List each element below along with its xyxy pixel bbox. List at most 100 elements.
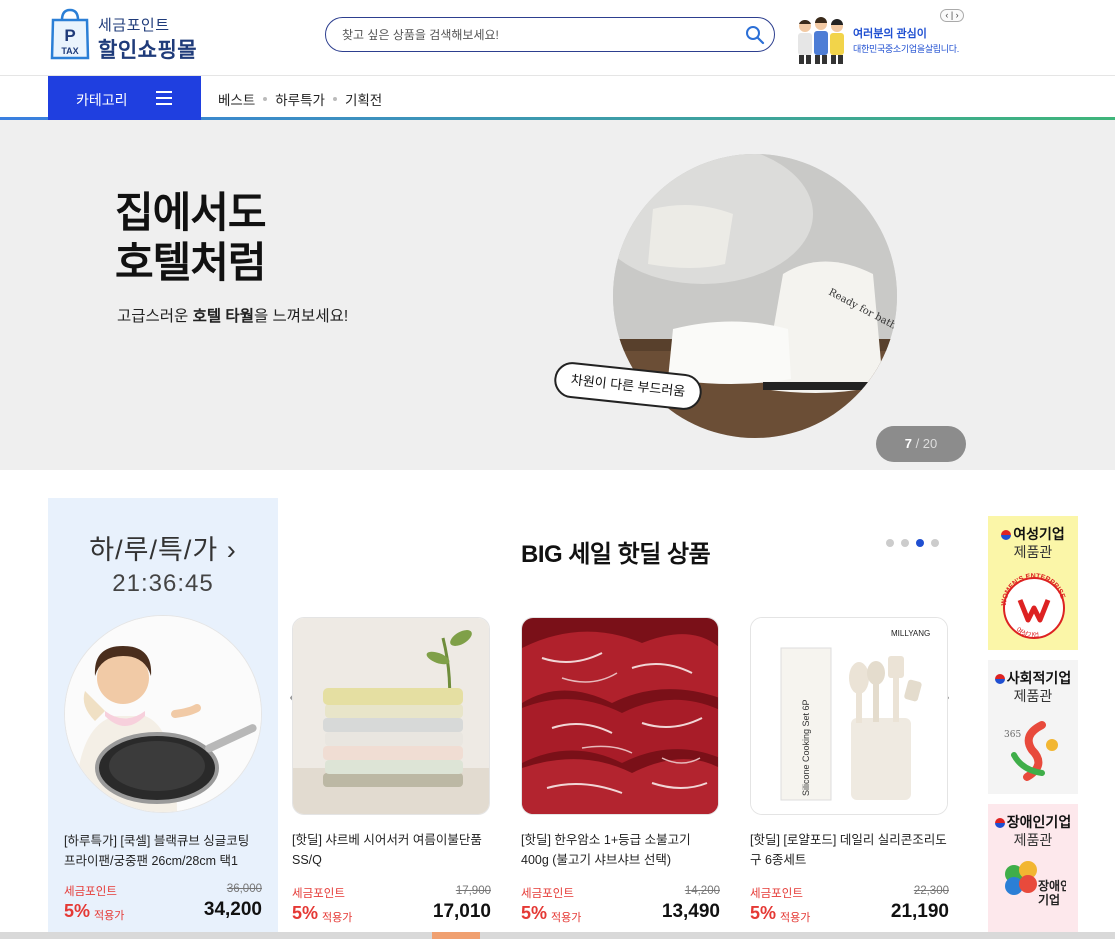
badge-title-text: 여성기업 [1013, 526, 1065, 542]
badge-subtitle: 제품관 [1013, 832, 1053, 848]
promo-nav-arrows[interactable]: ‹ | › [940, 9, 964, 22]
badge-title: 사회적기업 [988, 668, 1078, 688]
disability-logo-text1: 장애인 [1038, 878, 1066, 893]
search-box [325, 17, 775, 52]
people-illustration-icon [798, 17, 844, 64]
banner-title-line2: 호텔처럼 [115, 239, 267, 286]
nav-link-best[interactable]: 베스트 [218, 89, 255, 109]
banner-pager[interactable]: 7 / 20 [876, 426, 966, 462]
sale-price: 21,190 [890, 901, 949, 922]
product-image[interactable] [521, 617, 719, 815]
original-price: 17,900 [455, 885, 491, 897]
banner-subtitle: 고급스러운 호텔 타월을 느껴보세요! [117, 304, 348, 326]
product-name[interactable]: [핫딜] 샤르베 시어서커 여름이불단품 SS/Q [292, 830, 490, 870]
applied-price-label: 적용가 [551, 912, 582, 924]
tax-point-label: 세금포인트 [750, 888, 803, 900]
badge-title: 장애인기업 [988, 812, 1078, 832]
product-name[interactable]: [핫딜] 한우암소 1+등급 소불고기 400g (불고기 샤브샤브 선택) [521, 830, 719, 870]
daily-deal-price-box: 세금포인트 36,000 5% 적용가 34,200 [64, 871, 262, 931]
shopping-bag-icon: P TAX [50, 8, 90, 60]
daily-deal-image[interactable] [64, 615, 262, 813]
promo-subline: 대한민국중소기업을살립니다. [853, 44, 959, 54]
sale-price: 34,200 [203, 899, 262, 920]
badge-subtitle: 제품관 [1013, 544, 1053, 560]
promo-headline: 여러분의 관심이 [853, 28, 927, 40]
badge-title-text: 장애인기업 [1006, 814, 1072, 830]
carousel-dots [886, 539, 946, 547]
social-enterprise-logo-icon: 365 [1004, 721, 1058, 781]
category-button[interactable]: 카테고리 [48, 76, 201, 120]
search-icon[interactable] [744, 24, 766, 46]
daily-deal-panel: 하/루/특/가 › 21:36:45 [하루특가] [쿡셀] 블랙큐브 싱글코팅… [48, 498, 278, 939]
nav-link-exhibition[interactable]: 기획전 [345, 89, 382, 109]
original-price: 22,300 [913, 885, 949, 897]
daily-deal-name[interactable]: [하루특가] [쿡셀] 블랙큐브 싱글코팅 프라이팬/궁중팬 26cm/28cm… [64, 831, 264, 871]
discount-percent: 5% [521, 903, 548, 923]
badge-title-text: 사회적기업 [1006, 670, 1072, 686]
applied-price-label: 적용가 [322, 912, 353, 924]
beef-photo [522, 618, 718, 814]
womens-enterprise-badge[interactable]: 여성기업 제품관 WOMEN'S ENTERPRISE 여성기업 [988, 516, 1078, 650]
banner-page-total: 20 [922, 436, 938, 451]
discount-percent: 5% [750, 903, 777, 923]
original-price: 14,200 [684, 885, 720, 897]
site-header: P TAX 세금포인트 할인쇼핑몰 여러분의 관심이 대한민국중소기업을살립니다… [0, 0, 1115, 76]
search-input[interactable] [342, 25, 732, 45]
carousel-dot-3[interactable] [916, 539, 924, 547]
applied-price-label: 적용가 [94, 910, 125, 922]
banner-sub-pre: 고급스러운 [117, 308, 193, 325]
disability-logo-text2: 기업 [1038, 892, 1060, 907]
logo-tax-label: TAX [61, 46, 78, 56]
carousel-dot-2[interactable] [901, 539, 909, 547]
scrollbar-thumb[interactable] [432, 932, 480, 939]
nav-separator [263, 97, 268, 101]
blanket-photo [293, 618, 489, 814]
carousel-dot-4[interactable] [931, 539, 939, 547]
chevron-right-icon: › [226, 535, 237, 565]
badge-title: 여성기업 [988, 524, 1078, 544]
product-card[interactable]: MILLYANG Silicone Cooking Set 6P [핫딜] [로… [750, 617, 949, 939]
logo-subtitle: 세금포인트 [98, 17, 170, 34]
discount-percent: 5% [292, 903, 319, 923]
sale-price: 17,010 [432, 901, 491, 922]
disability-enterprise-badge[interactable]: 장애인기업 제품관 장애인 기업 [988, 804, 1078, 932]
badge-subtitle: 제품관 [1013, 688, 1053, 704]
banner-sub-post: 을 느껴보세요! [253, 308, 349, 325]
nav-separator [332, 97, 337, 101]
social-enterprise-badge[interactable]: 사회적기업 제품관 365 [988, 660, 1078, 794]
site-logo[interactable]: P TAX 세금포인트 할인쇼핑몰 [48, 4, 208, 62]
daily-deal-title[interactable]: 하/루/특/가 › [48, 528, 278, 567]
tax-point-label: 세금포인트 [292, 888, 345, 900]
section-title: BIG 세일 핫딜 상품 [521, 541, 711, 568]
product-image[interactable]: MILLYANG Silicone Cooking Set 6P [750, 617, 948, 815]
banner-title-line1: 집에서도 [115, 189, 267, 236]
countdown-timer: 21:36:45 [112, 570, 214, 597]
womens-enterprise-logo-icon: WOMEN'S ENTERPRISE 여성기업 [1001, 573, 1066, 640]
carousel-dot-1[interactable] [886, 539, 894, 547]
tax-point-label: 세금포인트 [64, 886, 117, 898]
tax-point-label: 세금포인트 [521, 888, 574, 900]
product-card[interactable]: [핫딜] 한우암소 1+등급 소불고기 400g (불고기 샤브샤브 선택) 세… [521, 617, 720, 939]
product-image[interactable] [292, 617, 490, 815]
nav-links: 베스트 하루특가 기획전 [218, 89, 382, 109]
discount-percent: 5% [64, 901, 91, 921]
category-label: 카테고리 [76, 92, 128, 108]
hero-banner[interactable]: 집에서도 호텔처럼 고급스러운 호텔 타월을 느껴보세요! Ready for … [0, 120, 1115, 470]
taegeuk-icon [994, 818, 1005, 828]
taegeuk-icon [994, 674, 1005, 684]
hamburger-icon [156, 91, 172, 105]
nav-link-daily-deal[interactable]: 하루특가 [275, 89, 325, 109]
brand-label: MILLYANG [891, 629, 930, 638]
product-name[interactable]: [핫딜] [로얄포드] 데일리 실리콘조리도구 6종세트 [750, 830, 948, 870]
sme-promo-banner[interactable]: 여러분의 관심이 대한민국중소기업을살립니다. ‹ | › [793, 9, 973, 64]
product-card[interactable]: [핫딜] 샤르베 시어서커 여름이불단품 SS/Q 세금포인트 17,900 5… [292, 617, 491, 939]
daily-deal-title-text: 하/루/특/가 [89, 535, 219, 565]
applied-price-label: 적용가 [780, 912, 811, 924]
banner-page-sep: / [911, 436, 923, 451]
frying-pan-photo [65, 616, 261, 812]
original-price: 36,000 [226, 883, 262, 895]
banner-sub-bold: 호텔 타월 [192, 308, 254, 325]
horizontal-scrollbar[interactable] [0, 932, 1115, 939]
taegeuk-icon [1001, 530, 1012, 540]
banner-page-current: 7 [904, 436, 912, 451]
